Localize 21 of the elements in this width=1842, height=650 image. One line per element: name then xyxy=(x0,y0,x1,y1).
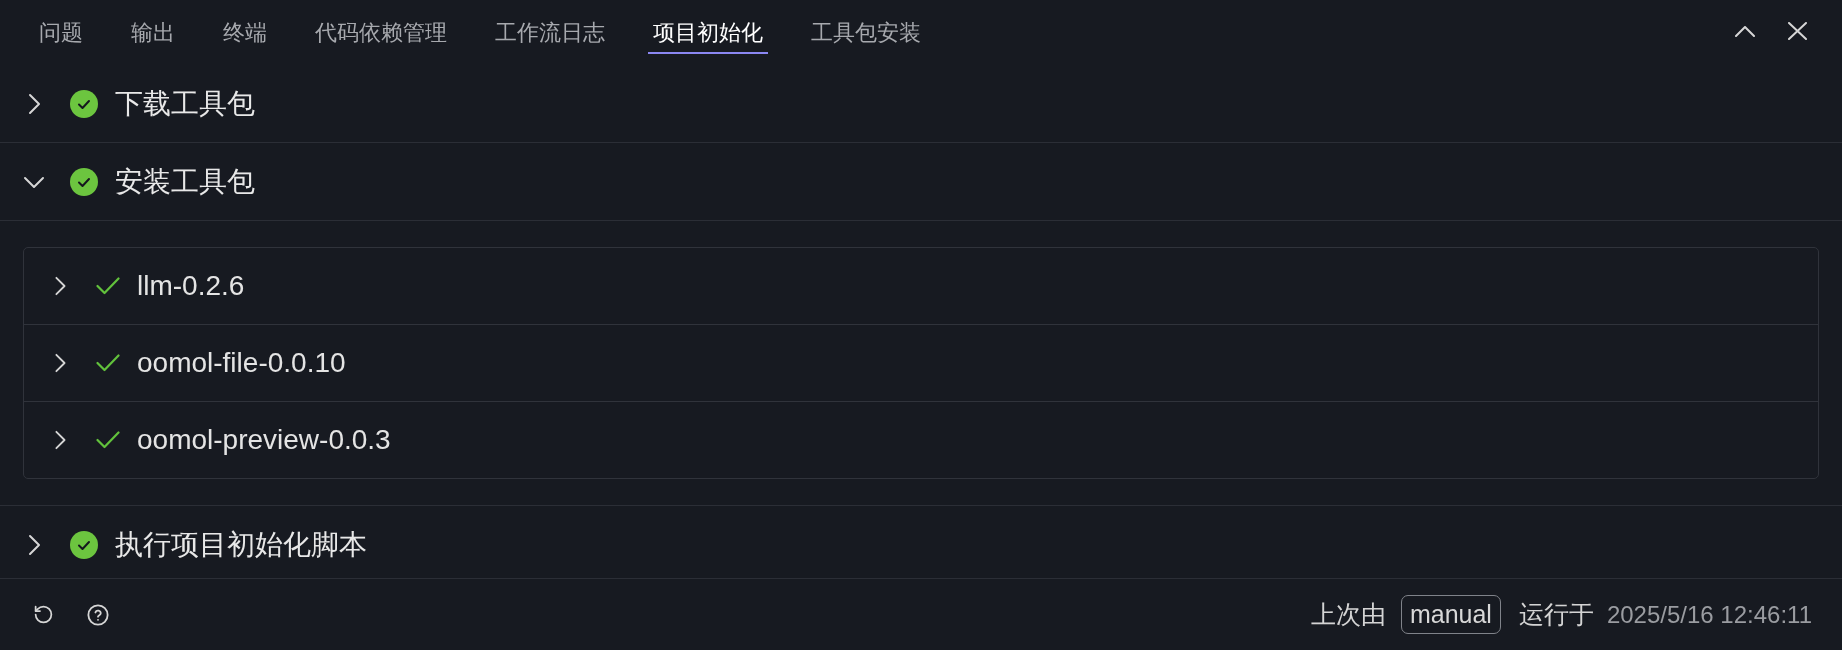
run-by-label: 上次由 xyxy=(1310,599,1386,630)
refresh-icon[interactable] xyxy=(33,604,54,625)
panel-tab[interactable]: 终端 xyxy=(218,14,272,54)
panel-tab[interactable]: 工作流日志 xyxy=(490,14,610,54)
panel-tab[interactable]: 代码依赖管理 xyxy=(310,14,452,54)
close-icon[interactable] xyxy=(1788,22,1807,40)
section-title: 执行项目初始化脚本 xyxy=(115,527,367,562)
package-name: llm-0.2.6 xyxy=(137,270,245,302)
package-name: oomol-preview-0.0.3 xyxy=(137,424,391,456)
panel-tab[interactable]: 工具包安装 xyxy=(806,14,926,54)
panel-tab[interactable]: 输出 xyxy=(126,14,180,54)
run-timestamp: 2025/5/16 12:46:11 xyxy=(1606,600,1812,629)
section-title: 下载工具包 xyxy=(115,86,255,121)
trigger-tag: manual xyxy=(1400,595,1501,634)
chevron-up-icon[interactable] xyxy=(1735,25,1755,37)
panel-tab[interactable]: 问题 xyxy=(34,14,88,54)
run-at-label: 运行于 xyxy=(1518,599,1594,630)
help-icon[interactable] xyxy=(87,603,109,626)
section-title: 安装工具包 xyxy=(115,164,255,199)
panel-tab[interactable]: 项目初始化 xyxy=(648,14,768,54)
package-name: oomol-file-0.0.10 xyxy=(137,347,346,379)
